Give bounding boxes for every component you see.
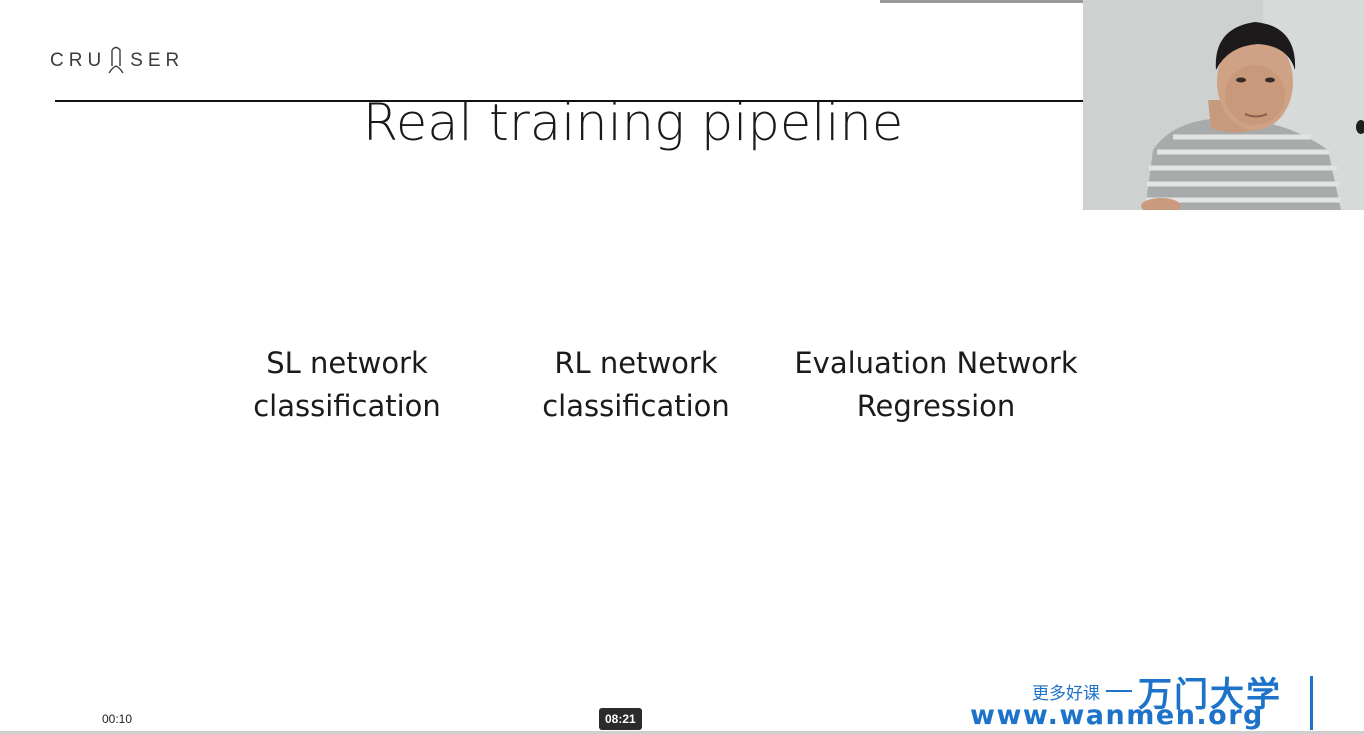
evaluation-network-label: Evaluation Network Regression — [786, 342, 1086, 428]
watermark-dash — [1106, 690, 1132, 692]
watermark-url: www.wanmen.org — [970, 700, 1264, 731]
presenter-webcam — [1083, 0, 1364, 210]
current-time-label: 00:10 — [96, 708, 139, 730]
sl-network-label: SL network classification — [197, 342, 497, 428]
edge-dot-icon — [1356, 120, 1364, 134]
col-line: RL network — [554, 346, 718, 380]
logo-text-right: SER — [130, 50, 185, 71]
rocket-logo-icon — [108, 46, 124, 74]
col-line: SL network — [266, 346, 428, 380]
col-line: Evaluation Network — [794, 346, 1078, 380]
slide-title: Real training pipeline — [362, 94, 904, 153]
watermark-bar — [1310, 676, 1313, 730]
rl-network-label: RL network classification — [486, 342, 786, 428]
cruiser-logo: CRU SER — [50, 44, 184, 78]
col-line: classification — [542, 389, 730, 423]
logo-text-left: CRU — [50, 50, 107, 71]
presenter-video-frame — [1083, 0, 1364, 210]
col-line: classification — [253, 389, 441, 423]
hover-time-tooltip: 08:21 — [599, 708, 642, 730]
col-line: Regression — [856, 389, 1016, 423]
video-player[interactable]: CRU SER Real training pipeline SL networ… — [0, 0, 1364, 734]
